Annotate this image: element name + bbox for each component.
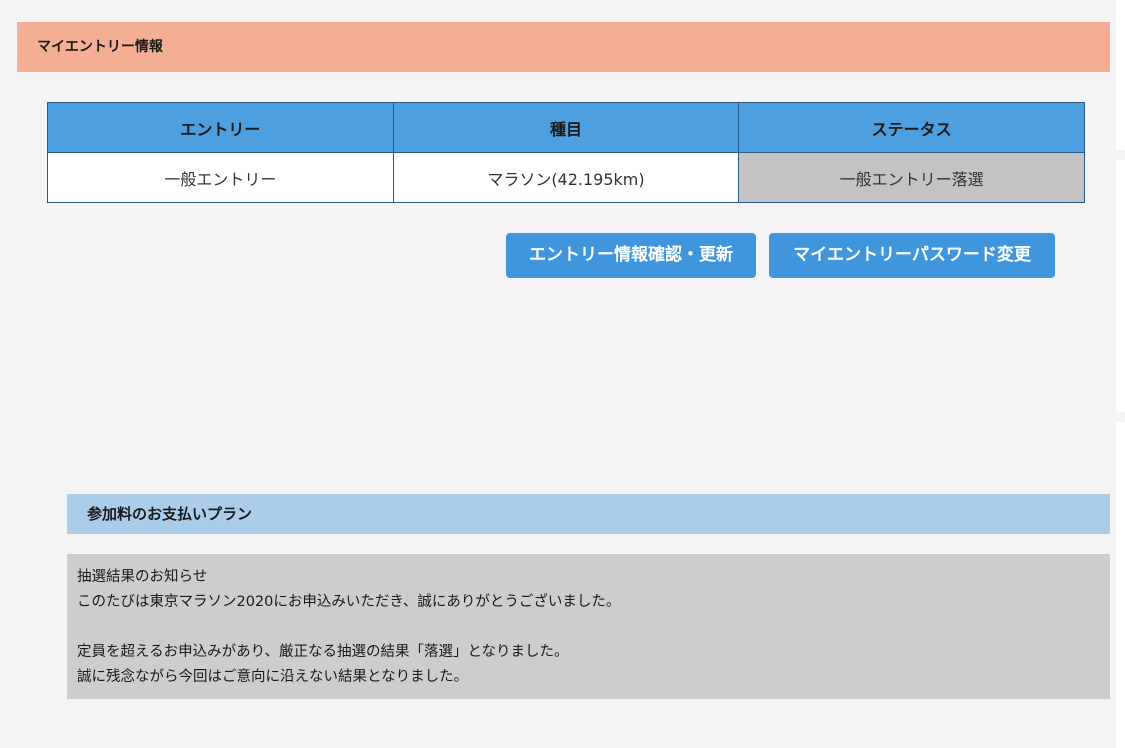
event-cell: マラソン(42.195km): [392, 152, 740, 203]
column-header-event: 種目: [392, 102, 740, 153]
status-cell: 一般エントリー落選: [738, 152, 1085, 203]
lottery-result-notice: 抽選結果のお知らせ このたびは東京マラソン2020にお申込みいただき、誠にありが…: [67, 554, 1110, 699]
right-edge-divider: [1116, 412, 1125, 422]
my-entry-section-header: マイエントリー情報: [17, 22, 1110, 72]
notice-line: このたびは東京マラソン2020にお申込みいただき、誠にありがとうございました。: [77, 594, 621, 610]
notice-line: 定員を超えるお申込みがあり、厳正なる抽選の結果「落選」となりました。: [77, 644, 569, 660]
entry-info-update-button[interactable]: エントリー情報確認・更新: [506, 233, 756, 278]
table-row: 一般エントリー マラソン(42.195km) 一般エントリー落選: [47, 152, 1085, 203]
table-header-row: エントリー 種目 ステータス: [47, 102, 1085, 153]
right-edge-divider: [1116, 150, 1125, 160]
notice-spacer: [77, 615, 1100, 640]
entry-table: エントリー 種目 ステータス 一般エントリー マラソン(42.195km) 一般…: [47, 102, 1085, 203]
entry-type-cell: 一般エントリー: [47, 152, 394, 203]
notice-title: 抽選結果のお知らせ: [77, 569, 208, 585]
column-header-status: ステータス: [738, 102, 1085, 153]
password-change-button[interactable]: マイエントリーパスワード変更: [769, 233, 1055, 278]
notice-line: 誠に残念ながら今回はご意向に沿えない結果となりました。: [77, 669, 469, 685]
column-header-entry: エントリー: [47, 102, 394, 153]
right-edge-strip: [1116, 0, 1125, 748]
payment-plan-section-header: 参加料のお支払いプラン: [67, 494, 1110, 534]
